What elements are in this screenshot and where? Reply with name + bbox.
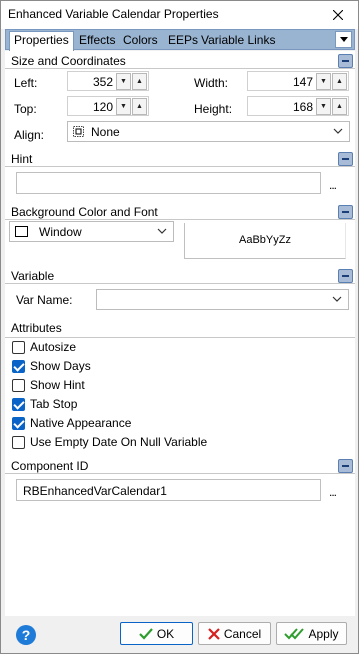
left-value: 352	[92, 75, 113, 89]
apply-button[interactable]: Apply	[276, 622, 347, 645]
tab-variable-links[interactable]: Variable Links	[197, 32, 279, 50]
close-button[interactable]	[318, 1, 358, 29]
cancel-button[interactable]: Cancel	[198, 622, 271, 645]
collapse-icon[interactable]	[338, 269, 353, 283]
align-value: None	[91, 125, 120, 139]
height-input[interactable]: 168 ▼ ▲	[247, 96, 349, 116]
section-background-color-font: Background Color and Font	[5, 204, 355, 220]
divider	[5, 337, 355, 338]
section-title: Attributes	[11, 321, 62, 335]
background-color-value: Window	[39, 225, 82, 239]
chevron-down-icon	[332, 296, 342, 302]
tab-dropdown-button[interactable]	[335, 31, 352, 48]
top-increment-button[interactable]: ▲	[132, 98, 147, 115]
checkbox-label: Show Days	[30, 359, 91, 373]
section-variable: Variable	[5, 268, 355, 284]
component-id-ellipsis-button[interactable]: ...	[329, 485, 337, 499]
properties-dialog: Enhanced Variable Calendar Properties Pr…	[0, 0, 359, 654]
var-name-label: Var Name:	[16, 293, 73, 307]
checkbox-box[interactable]	[12, 341, 25, 354]
checkbox-box[interactable]	[12, 398, 25, 411]
top-value: 120	[92, 100, 113, 114]
button-bar: ? OK Cancel Apply	[1, 617, 358, 653]
width-label: Width:	[194, 76, 229, 90]
section-title: Variable	[11, 269, 55, 283]
section-hint: Hint	[5, 151, 355, 167]
height-increment-button[interactable]: ▲	[332, 98, 347, 115]
checkmark-icon	[139, 627, 153, 640]
align-none-icon	[73, 126, 84, 137]
cancel-button-label: Cancel	[223, 626, 262, 641]
section-title: Hint	[11, 152, 33, 166]
top-label: Top:	[14, 102, 37, 116]
tab-colors[interactable]: Colors	[119, 32, 162, 50]
hint-input[interactable]	[16, 172, 321, 194]
height-value: 168	[292, 100, 313, 114]
title-bar: Enhanced Variable Calendar Properties	[1, 1, 358, 29]
top-input[interactable]: 120 ▼ ▲	[67, 96, 149, 116]
ok-button-label: OK	[156, 626, 175, 641]
tab-bar: Properties Effects Colors EEPs Variable …	[5, 29, 355, 51]
width-increment-button[interactable]: ▲	[332, 73, 347, 90]
triangle-down-icon	[339, 37, 348, 42]
align-select[interactable]: None	[67, 121, 350, 142]
align-label: Align:	[14, 128, 45, 142]
checkbox-box[interactable]	[12, 379, 25, 392]
left-decrement-button[interactable]: ▼	[116, 73, 131, 90]
height-decrement-button[interactable]: ▼	[316, 98, 331, 115]
checkbox-label: Native Appearance	[30, 416, 132, 430]
left-label: Left:	[14, 76, 38, 90]
section-size-coordinates: Size and Coordinates	[5, 53, 355, 69]
hint-ellipsis-button[interactable]: ...	[329, 178, 337, 192]
section-title: Size and Coordinates	[11, 54, 126, 68]
color-swatch	[15, 226, 28, 237]
section-title: Component ID	[11, 459, 89, 473]
section-attributes: Attributes	[5, 320, 355, 336]
window-title: Enhanced Variable Calendar Properties	[8, 7, 219, 21]
left-input[interactable]: 352 ▼ ▲	[67, 71, 149, 91]
width-decrement-button[interactable]: ▼	[316, 73, 331, 90]
font-preview-text: AaBbYyZz	[239, 234, 291, 246]
checkbox-box[interactable]	[12, 417, 25, 430]
apply-button-label: Apply	[308, 626, 339, 641]
collapse-icon[interactable]	[338, 459, 353, 473]
background-color-select[interactable]: Window	[9, 221, 174, 242]
section-title: Background Color and Font	[11, 205, 158, 219]
ok-button[interactable]: OK	[120, 622, 193, 645]
collapse-icon[interactable]	[338, 205, 353, 219]
checkbox-label: Autosize	[30, 340, 77, 354]
collapse-icon[interactable]	[338, 54, 353, 68]
tab-properties[interactable]: Properties	[9, 31, 74, 51]
left-increment-button[interactable]: ▲	[132, 73, 147, 90]
width-value: 147	[292, 75, 313, 89]
checkbox-box[interactable]	[12, 436, 25, 449]
checkbox-box[interactable]	[12, 360, 25, 373]
font-preview[interactable]: AaBbYyZz	[184, 223, 346, 259]
close-icon	[333, 10, 343, 20]
help-icon[interactable]: ?	[16, 625, 36, 645]
var-name-select[interactable]	[96, 289, 349, 310]
checkbox-label: Show Hint	[30, 378, 85, 392]
tab-effects[interactable]: Effects	[75, 32, 119, 50]
checkbox-label: Use Empty Date On Null Variable	[30, 435, 208, 449]
collapse-icon[interactable]	[338, 152, 353, 166]
double-checkmark-icon	[284, 627, 305, 639]
width-input[interactable]: 147 ▼ ▲	[247, 71, 349, 91]
section-component-id: Component ID	[5, 458, 355, 474]
height-label: Height:	[194, 102, 233, 116]
component-id-input[interactable]: RBEnhancedVarCalendar1	[16, 479, 321, 501]
cancel-x-icon	[208, 627, 220, 640]
checkbox-label: Tab Stop	[30, 397, 78, 411]
properties-panel: Size and Coordinates Left: 352 ▼ ▲ Width…	[5, 51, 355, 616]
chevron-down-icon	[157, 228, 167, 234]
chevron-down-icon	[333, 128, 343, 134]
top-decrement-button[interactable]: ▼	[116, 98, 131, 115]
